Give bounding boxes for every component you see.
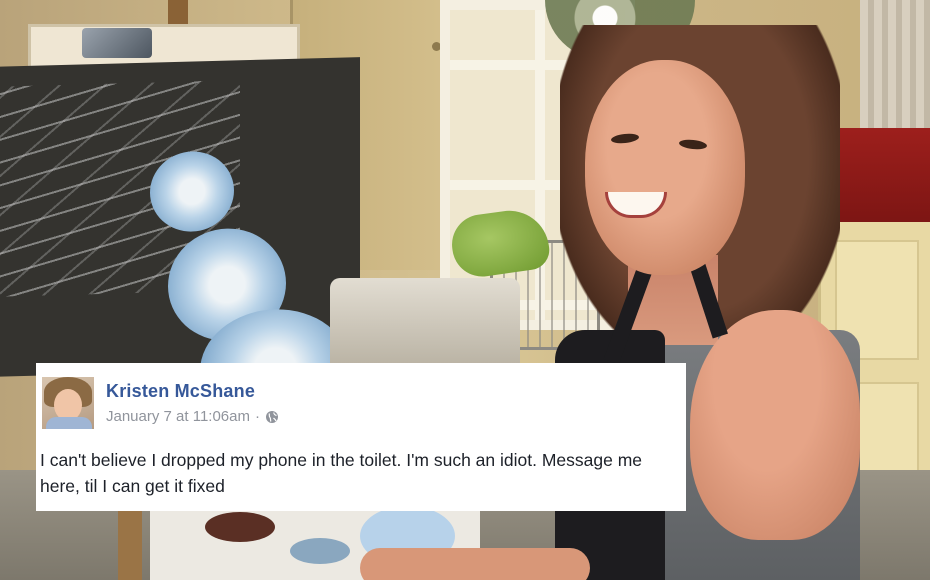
tote-bag [330, 278, 520, 368]
author-name-link[interactable]: Kristen McShane [106, 381, 255, 402]
facebook-post-card: Kristen McShane January 7 at 11:06am · I… [36, 363, 686, 511]
woman-shoulder [690, 310, 860, 540]
woman-arm [360, 548, 590, 580]
easel-clamp [82, 28, 152, 58]
post-meta: January 7 at 11:06am · [106, 408, 279, 425]
globe-icon[interactable] [265, 410, 279, 424]
avatar[interactable] [42, 377, 94, 429]
painting-canvas [0, 57, 360, 432]
meta-separator: · [254, 408, 260, 425]
woman-face [585, 60, 745, 275]
curtain [860, 0, 930, 140]
post-timestamp-link[interactable]: January 7 at 11:06am [106, 408, 250, 425]
post-text: I can't believe I dropped my phone in th… [40, 450, 643, 496]
easel-leg [118, 500, 142, 580]
